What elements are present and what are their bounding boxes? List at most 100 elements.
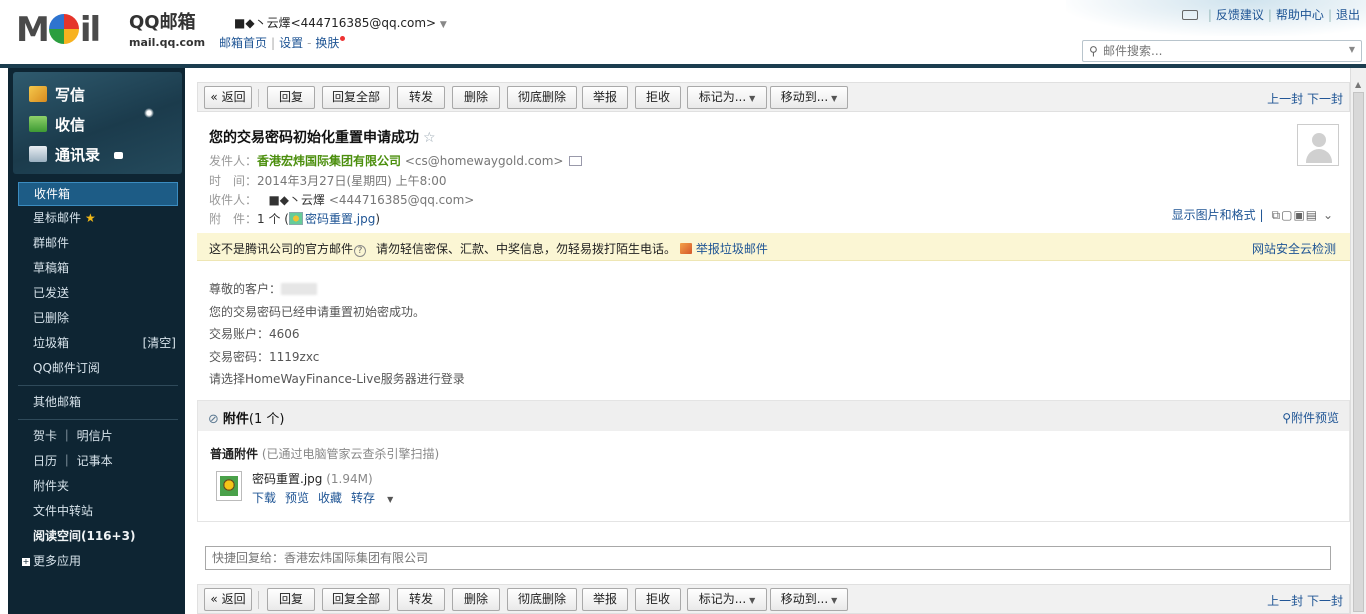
- prev-mail-link[interactable]: 上一封: [1267, 594, 1303, 608]
- link-calendar[interactable]: 日历: [33, 454, 57, 468]
- body-line: 您的交易密码已经申请重置初始密成功。: [209, 304, 426, 319]
- divider: |: [1267, 8, 1272, 22]
- image-file-icon: [288, 212, 303, 225]
- save-to-link[interactable]: 转存 ▼: [351, 491, 402, 505]
- link-logout[interactable]: 退出: [1336, 8, 1360, 22]
- reply-all-button[interactable]: 回复全部: [322, 86, 390, 109]
- favorite-link[interactable]: 收藏: [318, 491, 342, 505]
- forward-button[interactable]: 转发: [397, 86, 445, 109]
- link-notes[interactable]: 记事本: [77, 454, 113, 468]
- sparkle-decoration: [144, 108, 154, 118]
- folder-list: 收件箱 星标邮件 ★ 群邮件 草稿箱 已发送 已删除 垃圾箱 [清空] QQ邮件订阅…: [18, 182, 178, 574]
- scroll-up-icon[interactable]: ▲: [1355, 80, 1361, 89]
- link-help[interactable]: 帮助中心: [1276, 8, 1324, 22]
- quick-reply-input[interactable]: [205, 546, 1331, 570]
- sender-name[interactable]: 香港宏炜国际集团有限公司: [257, 154, 401, 168]
- sidebar-item-sent[interactable]: 已发送: [18, 281, 178, 306]
- delete-permanently-button[interactable]: 彻底删除: [507, 588, 577, 611]
- mail-time: 时 间：2014年3月27日(星期四) 上午8:00: [209, 174, 447, 188]
- back-button[interactable]: « 返回: [204, 588, 252, 611]
- brand-name: QQ邮箱: [129, 12, 196, 33]
- show-images-link[interactable]: 显示图片和格式: [1172, 208, 1256, 222]
- cloud-check-link[interactable]: 网站安全云检测: [1252, 240, 1336, 257]
- sidebar-item-attachments[interactable]: 附件夹: [18, 474, 178, 499]
- mail-attachments: 附 件：1 个 (密码重置.jpg): [209, 212, 381, 226]
- avatar[interactable]: [1297, 124, 1339, 166]
- reply-button[interactable]: 回复: [267, 86, 315, 109]
- divider: |: [271, 36, 276, 50]
- download-link[interactable]: 下载: [252, 491, 276, 505]
- scrollbar-thumb[interactable]: [1353, 92, 1364, 612]
- notification-dot-icon: [340, 36, 346, 41]
- search-input[interactable]: [1103, 42, 1333, 60]
- report-spam-link[interactable]: 举报垃圾邮件: [679, 242, 768, 256]
- sidebar-item-starred[interactable]: 星标邮件 ★: [18, 206, 178, 231]
- link-settings[interactable]: 设置: [279, 36, 303, 50]
- preview-link[interactable]: 预览: [285, 491, 309, 505]
- view-options-icon[interactable]: ⧉▢▣▤ ⌄: [1272, 208, 1334, 222]
- mail-search[interactable]: ⚲ ▼: [1082, 40, 1362, 62]
- reply-button[interactable]: 回复: [267, 588, 315, 611]
- delete-button[interactable]: 删除: [452, 86, 500, 109]
- move-to-dropdown[interactable]: 移动到... ▼: [770, 86, 848, 109]
- report-button[interactable]: 举报: [582, 86, 628, 109]
- sidebar-item-group[interactable]: 群邮件: [18, 231, 178, 256]
- help-icon[interactable]: ?: [354, 245, 367, 257]
- link-cards[interactable]: 贺卡: [33, 429, 57, 443]
- next-mail-link[interactable]: 下一封: [1307, 594, 1343, 608]
- sidebar-item-drafts[interactable]: 草稿箱: [18, 256, 178, 281]
- delete-permanently-button[interactable]: 彻底删除: [507, 86, 577, 109]
- chevron-down-icon: ▼: [749, 94, 756, 103]
- forward-button[interactable]: 转发: [397, 588, 445, 611]
- move-to-dropdown[interactable]: 移动到... ▼: [770, 588, 848, 611]
- top-links: 邮箱首页 | 设置 - 换肤: [219, 34, 346, 51]
- warning-text: 这不是腾讯公司的官方邮件? 请勿轻信密保、汇款、中奖信息，勿轻易拨打陌生电话。 举…: [209, 242, 768, 257]
- attachment-preview-link[interactable]: ⚲附件预览: [1282, 409, 1339, 426]
- sidebar-item-other-mailbox[interactable]: 其他邮箱: [18, 390, 178, 415]
- brand-url: mail.qq.com: [129, 36, 206, 49]
- contact-card-icon[interactable]: [569, 156, 583, 166]
- next-mail-link[interactable]: 下一封: [1307, 92, 1343, 106]
- chevron-down-icon[interactable]: ▼: [1349, 45, 1355, 54]
- prev-mail-link[interactable]: 上一封: [1267, 92, 1303, 106]
- chat-bubble-icon[interactable]: [114, 152, 124, 159]
- report-button[interactable]: 举报: [582, 588, 628, 611]
- sidebar-item-deleted[interactable]: 已删除: [18, 306, 178, 331]
- sidebar-item-spam[interactable]: 垃圾箱 [清空]: [18, 331, 178, 356]
- qq-mail-logo[interactable]: Mil: [16, 10, 126, 50]
- sidebar-item-inbox[interactable]: 收件箱: [18, 182, 178, 206]
- user-account[interactable]: ■◆丶云燡<444716385@qq.com> ▼: [234, 14, 447, 31]
- contacts-button[interactable]: 通讯录: [29, 144, 124, 165]
- sidebar-item-subscriptions[interactable]: QQ邮件订阅: [18, 356, 178, 381]
- back-button[interactable]: « 返回: [204, 86, 252, 109]
- mark-as-dropdown[interactable]: 标记为... ▼: [687, 588, 767, 611]
- mark-as-dropdown[interactable]: 标记为... ▼: [687, 86, 767, 109]
- link-mail-home[interactable]: 邮箱首页: [219, 36, 267, 50]
- compose-button[interactable]: 写信: [29, 84, 85, 105]
- divider: [18, 419, 178, 420]
- sidebar-item-more-apps[interactable]: + 更多应用: [18, 549, 178, 574]
- reject-button[interactable]: 拒收: [635, 86, 681, 109]
- reject-button[interactable]: 拒收: [635, 588, 681, 611]
- attachment-link[interactable]: 密码重置.jpg: [305, 212, 375, 226]
- star-icon[interactable]: ☆: [423, 130, 436, 146]
- recipient-name[interactable]: ■◆丶云燡: [268, 193, 325, 207]
- link-feedback[interactable]: 反馈建议: [1216, 8, 1264, 22]
- link-postcards[interactable]: 明信片: [77, 429, 113, 443]
- delete-button[interactable]: 删除: [452, 588, 500, 611]
- compose-icon: [29, 86, 47, 102]
- sender-address: <cs@homewaygold.com>: [404, 154, 564, 168]
- receive-button[interactable]: 收信: [29, 114, 85, 135]
- clear-spam-link[interactable]: [清空]: [143, 331, 176, 356]
- link-skin[interactable]: 换肤: [315, 36, 339, 50]
- vertical-scrollbar[interactable]: ▲: [1350, 68, 1366, 614]
- sidebar-item-reading-space[interactable]: 阅读空间(116+3): [18, 524, 178, 549]
- sidebar-item-file-transfer[interactable]: 文件中转站: [18, 499, 178, 524]
- attachment-title: ⊘ 附件(1 个): [208, 412, 285, 427]
- sunflower-thumbnail-icon: [220, 476, 238, 496]
- divider: |: [1327, 8, 1332, 22]
- keyboard-icon[interactable]: [1181, 10, 1198, 20]
- chevron-down-icon: ▼: [831, 94, 838, 103]
- reply-all-button[interactable]: 回复全部: [322, 588, 390, 611]
- image-file-icon[interactable]: [216, 471, 242, 501]
